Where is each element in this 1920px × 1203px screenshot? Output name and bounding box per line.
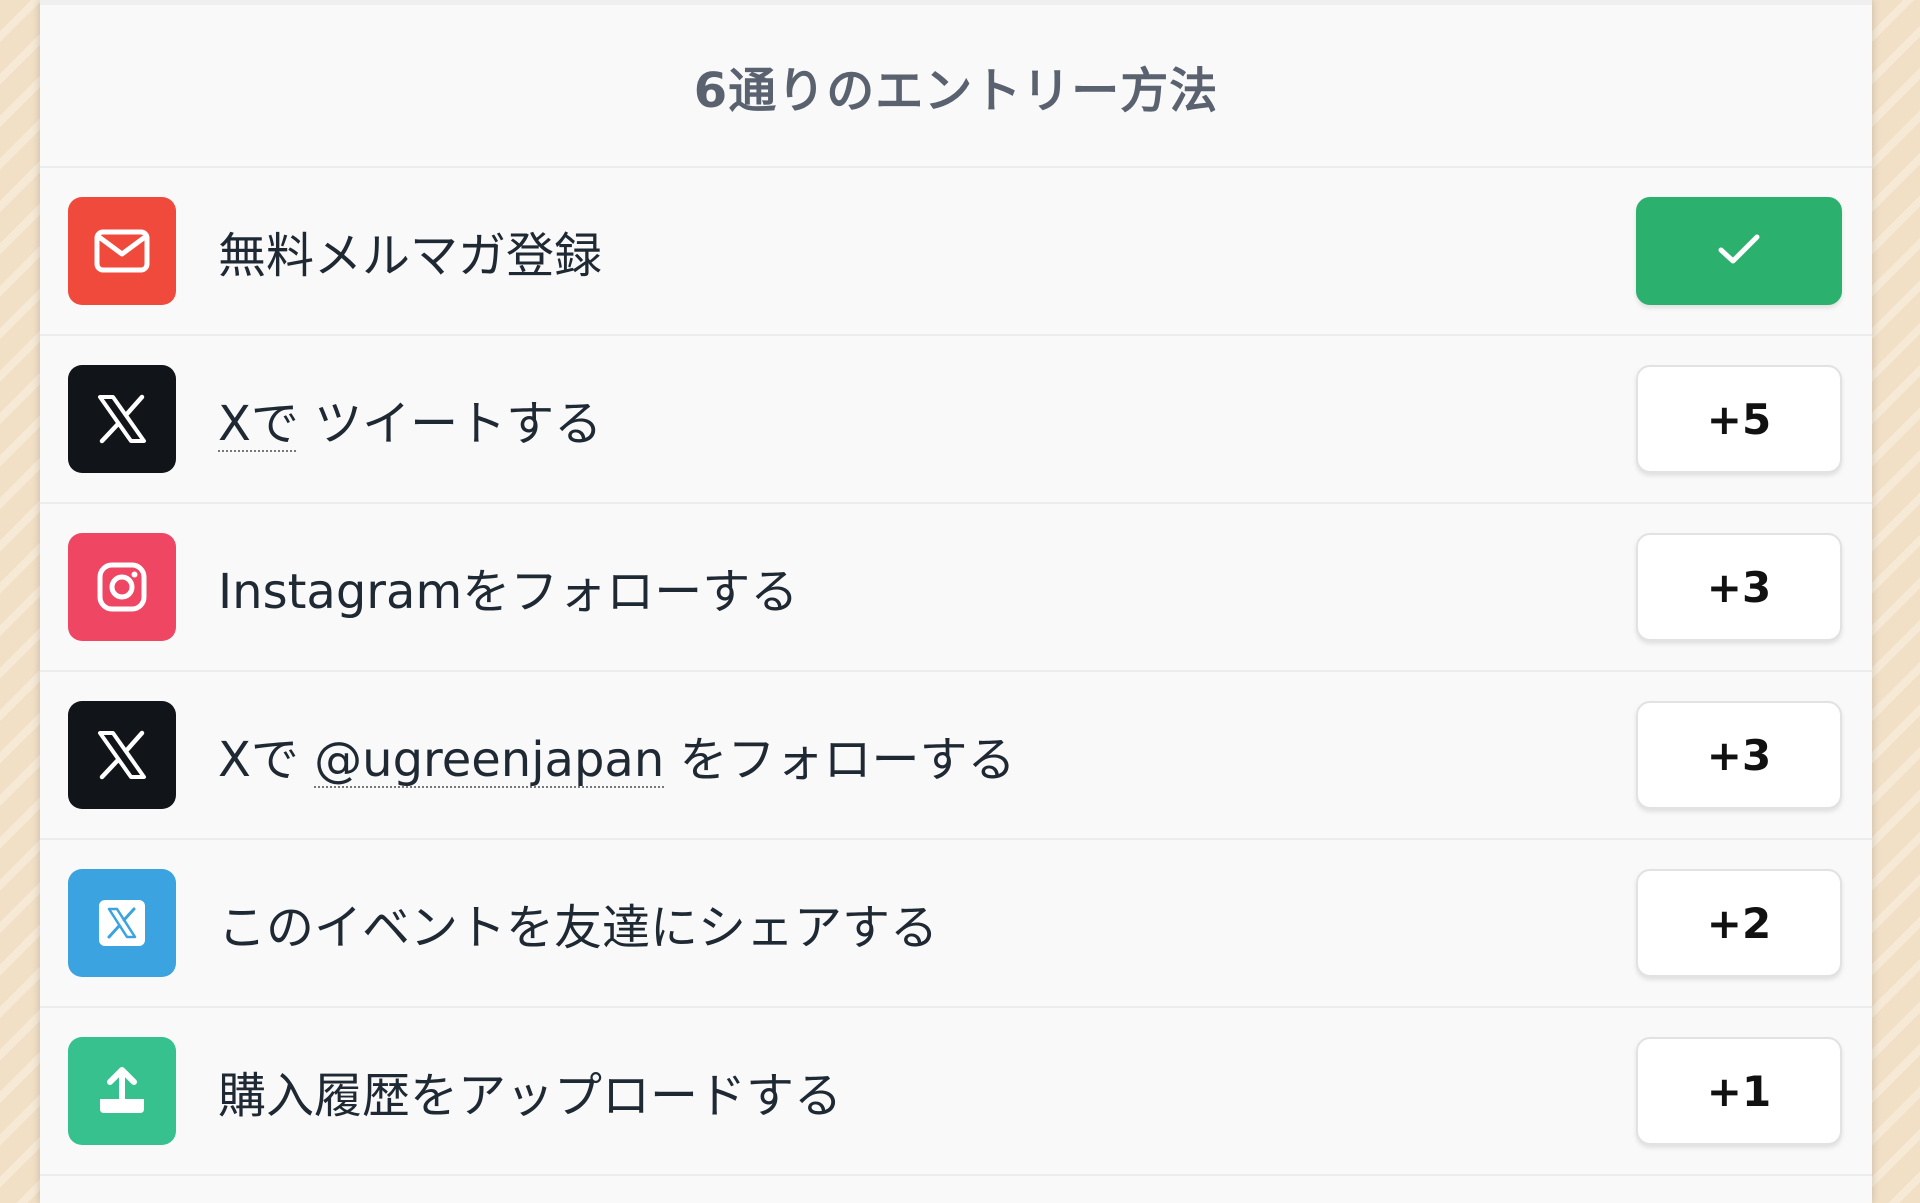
points-button[interactable]: +3 xyxy=(1636,701,1842,809)
points-button[interactable]: +3 xyxy=(1636,533,1842,641)
entry-row-newsletter[interactable]: 無料メルマガ登録 xyxy=(40,168,1872,336)
entry-label: このイベントを友達にシェアする xyxy=(218,900,939,956)
entry-label: 無料メルマガ登録 xyxy=(218,228,603,284)
entry-row-follow-x[interactable]: Xで @ugreenjapan をフォローする +3 xyxy=(40,672,1872,840)
points-button[interactable]: +5 xyxy=(1636,365,1842,473)
points-button[interactable]: +2 xyxy=(1636,869,1842,977)
entry-label: Xで @ugreenjapan をフォローする xyxy=(218,720,1636,790)
card-top-edge xyxy=(40,0,1872,5)
upload-icon xyxy=(68,1037,176,1145)
instagram-icon xyxy=(68,533,176,641)
background-right xyxy=(1872,0,1920,1203)
x-logo-icon xyxy=(68,365,176,473)
entry-row-upload[interactable]: 購入履歴をアップロードする +1 xyxy=(40,1008,1872,1176)
entry-methods-card: 6通りのエントリー方法 無料メルマガ登録 Xで ツイートする +5 Instag… xyxy=(40,0,1872,1203)
card-title: 6通りのエントリー方法 xyxy=(693,62,1219,119)
entry-label-rest: をフォローする xyxy=(664,732,1016,788)
x-link[interactable]: Xで xyxy=(218,396,299,452)
points-button[interactable]: +1 xyxy=(1636,1037,1842,1145)
entry-label: 購入履歴をアップロードする xyxy=(218,1068,843,1124)
checkmark-icon xyxy=(1717,227,1761,276)
x-share-icon xyxy=(68,869,176,977)
card-header: 6通りのエントリー方法 xyxy=(40,0,1872,168)
background-left xyxy=(0,0,40,1203)
entry-label: Xで ツイートする xyxy=(218,384,1636,454)
envelope-icon xyxy=(68,197,176,305)
entry-label: Instagramをフォローする xyxy=(218,564,799,620)
entry-row-tweet[interactable]: Xで ツイートする +5 xyxy=(40,336,1872,504)
entry-label-prefix: Xで xyxy=(218,732,315,788)
entry-label-rest: ツイートする xyxy=(298,396,603,452)
account-link[interactable]: @ugreenjapan xyxy=(314,732,664,788)
x-logo-icon xyxy=(68,701,176,809)
entry-row-share[interactable]: このイベントを友達にシェアする +2 xyxy=(40,840,1872,1008)
completed-button[interactable] xyxy=(1636,197,1842,305)
entry-row-instagram[interactable]: Instagramをフォローする +3 xyxy=(40,504,1872,672)
